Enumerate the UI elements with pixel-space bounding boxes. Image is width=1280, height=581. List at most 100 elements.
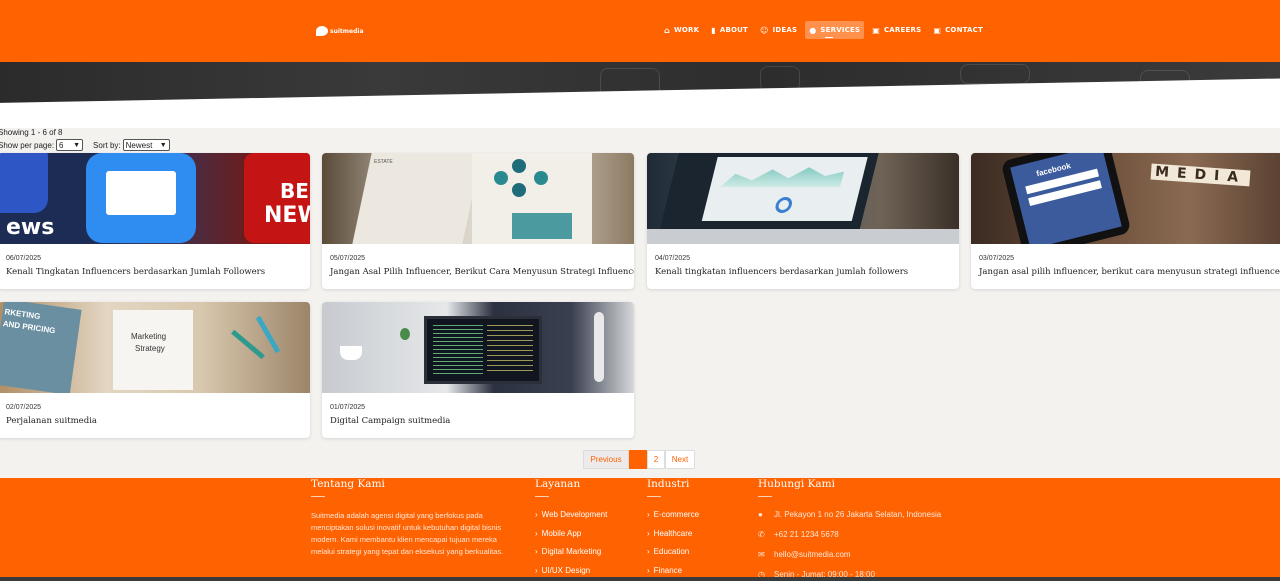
footer-link-label: Mobile App — [541, 528, 582, 538]
nav-label: CONTACT — [945, 26, 983, 34]
post-card[interactable]: facebook MEDIA 03/07/2025 Jangan asal pi… — [971, 153, 1280, 289]
footer-link[interactable]: › Mobile App — [535, 529, 607, 548]
post-title[interactable]: Jangan Asal Pilih Influencer, Berikut Ca… — [330, 267, 634, 277]
nav-item-contact[interactable]: ▣ CONTACT — [929, 21, 987, 39]
footer-heading: Layanan — [535, 478, 581, 490]
nav-label: WORK — [673, 26, 700, 34]
contact-email[interactable]: ✉ hello@suitmedia.com — [758, 550, 941, 570]
contact-address: ● Jl. Pekayon 1 no 26 Jakarta Selatan, In… — [758, 510, 941, 530]
sort-label: Sort by: — [93, 140, 121, 150]
site-header: suitmedia ⌂ WORK ▮ ABOUT ☺ IDEAS ● SERVICES … — [0, 0, 1280, 62]
chevron-right-icon: › — [647, 565, 650, 575]
footer-link[interactable]: › Education — [647, 547, 699, 566]
logo-mark-icon — [316, 26, 328, 36]
page-1-button[interactable]: 1 — [629, 450, 647, 469]
per-page-select[interactable]: 6 ▼ — [56, 139, 84, 151]
briefcase-icon: ▣ — [872, 25, 880, 35]
thumb-text: ews — [6, 215, 55, 240]
per-page-label: Show per page: — [0, 140, 55, 150]
showing-count: Showing 1 - 6 of 8 — [0, 128, 63, 137]
post-card[interactable]: 04/07/2025 Kenali tingkatan influencers … — [647, 153, 959, 289]
previous-page-button[interactable]: Previous — [583, 450, 629, 469]
post-thumbnail: facebook MEDIA — [971, 153, 1280, 244]
nav-item-work[interactable]: ⌂ WORK — [660, 21, 703, 39]
contact-card-icon: ▣ — [933, 25, 942, 35]
pen-shape — [255, 315, 281, 354]
post-date: 03/07/2025 — [979, 255, 1015, 262]
thumb-text: AND PRICING — [2, 319, 56, 336]
nav-label: ABOUT — [719, 26, 749, 34]
sort-value: Newest — [125, 140, 153, 150]
footer-link-label: Education — [653, 547, 690, 556]
post-card[interactable]: ESTATE 05/07/2025 Jangan Asal Pilih Infl… — [322, 153, 634, 289]
nav-item-services[interactable]: ● SERVICES — [805, 21, 865, 39]
post-title[interactable]: Jangan asal pilih influencer, berikut ca… — [979, 267, 1280, 277]
thumb-text: ESTATE — [374, 159, 393, 165]
book-icon: ▮ — [711, 25, 716, 35]
post-card[interactable]: RKETING AND PRICING Marketing Strategy 0… — [0, 302, 310, 438]
suitmedia-logo[interactable]: suitmedia — [316, 24, 364, 38]
post-card[interactable]: ews BE NEW 06/07/2025 Kenali Tingkatan I… — [0, 153, 310, 289]
lamp-shape — [594, 312, 604, 382]
post-title[interactable]: Digital Campaign suitmedia — [330, 416, 450, 426]
post-card[interactable]: 01/07/2025 Digital Campaign suitmedia — [322, 302, 634, 438]
laptop-screen — [424, 316, 542, 384]
post-date: 04/07/2025 — [655, 255, 691, 262]
heading-underline — [647, 496, 661, 497]
book-cover: RKETING AND PRICING — [0, 302, 82, 393]
heading-underline — [311, 496, 325, 497]
post-date: 05/07/2025 — [330, 255, 366, 262]
footer-link-label: UI/UX Design — [541, 565, 591, 575]
nav-item-about[interactable]: ▮ ABOUT — [707, 21, 752, 39]
nav-label: SERVICES — [820, 26, 861, 34]
post-thumbnail — [322, 302, 634, 393]
footer-link-label: Digital Marketing — [541, 547, 602, 556]
nav-label: IDEAS — [772, 26, 798, 34]
bottom-edge — [0, 577, 1280, 581]
footer-link[interactable]: › E-commerce — [647, 510, 699, 529]
contact-phone[interactable]: ✆ +62 21 1234 5678 — [758, 530, 941, 550]
thumb-text: MEDIA — [1150, 163, 1251, 187]
footer-services: Layanan › Web Development › Mobile App › Di… — [535, 478, 607, 581]
thumb-text: BE — [280, 179, 309, 203]
footer-heading: Hubungi Kami — [758, 478, 836, 490]
logo-text: suitmedia — [330, 27, 364, 35]
about-text: Suitmedia adalah agensi digital yang ber… — [311, 511, 504, 556]
heading-underline — [535, 496, 549, 497]
mail-icon — [86, 153, 196, 243]
nav-label: CAREERS — [883, 26, 922, 34]
chevron-right-icon: › — [535, 565, 538, 575]
footer-contact: Hubungi Kami ● Jl. Pekayon 1 no 26 Jakart… — [758, 478, 941, 581]
post-title[interactable]: Kenali Tingkatan Influencers berdasarkan… — [6, 267, 265, 277]
footer-link-label: Healthcare — [653, 528, 693, 538]
sort-select[interactable]: Newest ▼ — [122, 139, 170, 151]
page-2-button[interactable]: 2 — [647, 450, 665, 469]
footer-link[interactable]: › Digital Marketing — [535, 547, 607, 566]
post-title[interactable]: Kenali tingkatan influencers berdasarkan… — [655, 267, 908, 277]
post-date: 06/07/2025 — [6, 255, 42, 262]
chevron-right-icon: › — [647, 510, 650, 519]
post-thumbnail — [647, 153, 959, 244]
nav-item-ideas[interactable]: ☺ IDEAS — [756, 21, 801, 39]
laptop-screen — [659, 153, 879, 231]
banner-doodle — [960, 64, 1030, 84]
footer-link-label: E-commerce — [653, 510, 700, 519]
paper-note: Marketing Strategy — [113, 310, 193, 390]
post-thumbnail: ews BE NEW — [0, 153, 310, 244]
contact-text: hello@suitmedia.com — [774, 550, 851, 559]
app-icon-shape — [0, 153, 48, 213]
phone-shape: facebook — [1000, 153, 1132, 244]
location-pin-icon: ● — [809, 25, 817, 35]
chevron-right-icon: › — [535, 528, 538, 538]
thumb-text: NEW — [264, 203, 310, 228]
nav-item-careers[interactable]: ▣ CAREERS — [868, 21, 925, 39]
next-page-button[interactable]: Next — [665, 450, 695, 469]
post-title[interactable]: Perjalanan suitmedia — [6, 416, 97, 426]
thumb-text: Strategy — [135, 344, 165, 353]
post-date: 01/07/2025 — [330, 404, 366, 411]
contact-text: +62 21 1234 5678 — [774, 530, 839, 539]
chevron-right-icon: › — [535, 510, 538, 519]
footer-link[interactable]: › Web Development — [535, 510, 607, 529]
home-icon: ⌂ — [664, 25, 670, 35]
footer-link[interactable]: › Healthcare — [647, 529, 699, 548]
